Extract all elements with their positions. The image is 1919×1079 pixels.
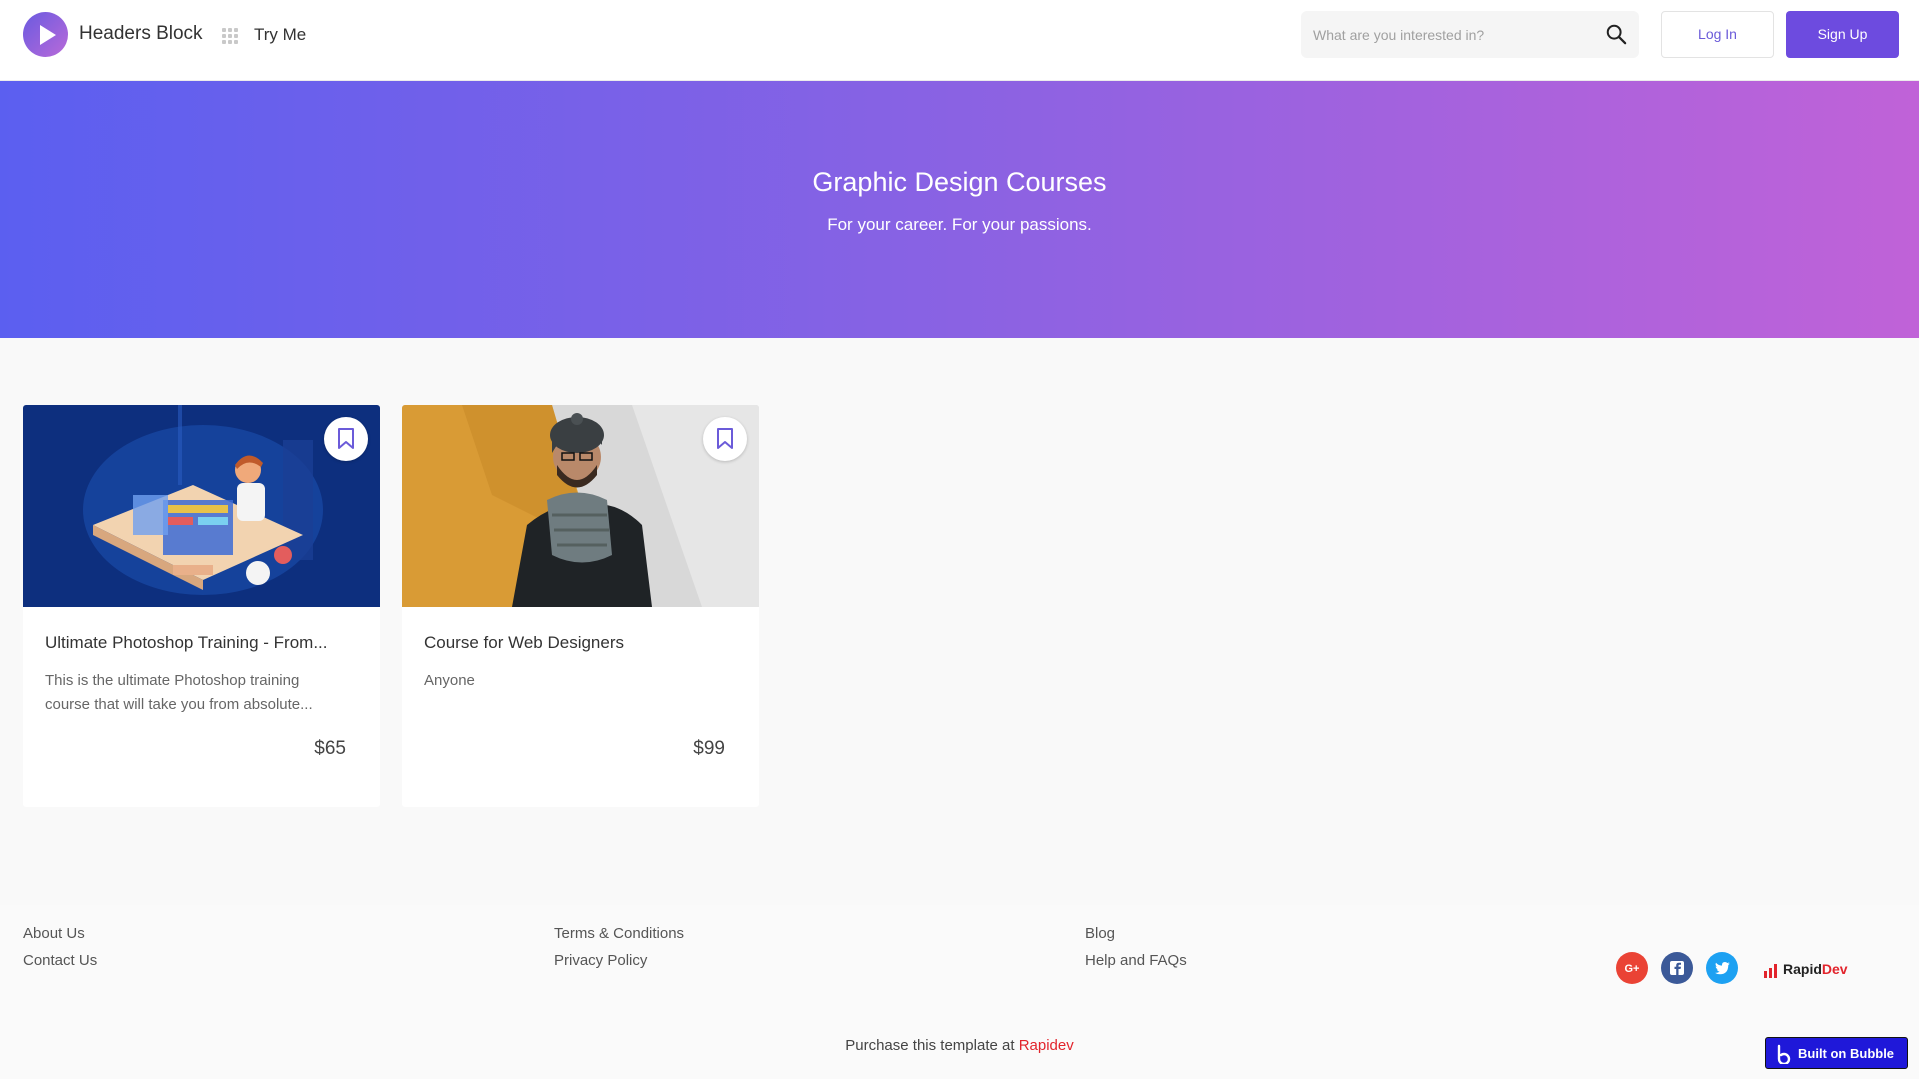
course-price: $65 (314, 738, 346, 759)
footer-link-blog[interactable]: Blog (1085, 925, 1115, 942)
bookmark-button[interactable] (703, 417, 747, 461)
course-price: $99 (693, 738, 725, 759)
rapiddev-wordmark-part2: Dev (1821, 961, 1848, 977)
search-icon[interactable] (1605, 23, 1627, 45)
rapiddev-logo[interactable]: RapidDev (1763, 960, 1853, 980)
purchase-link[interactable]: Rapidev (1019, 1037, 1074, 1054)
rapiddev-bars-icon (1764, 964, 1777, 978)
play-icon (40, 25, 56, 45)
facebook-icon[interactable] (1661, 952, 1693, 984)
search-box (1301, 11, 1639, 58)
top-header: Headers Block Try Me Log In Sign Up (0, 0, 1919, 81)
course-image-man-in-scarf[interactable] (402, 405, 759, 607)
login-button[interactable]: Log In (1661, 11, 1774, 58)
bubble-badge-label: Built on Bubble (1798, 1046, 1895, 1061)
footer-link-help[interactable]: Help and FAQs (1085, 952, 1187, 969)
course-card[interactable]: Ultimate Photoshop Training - From... Th… (23, 405, 380, 807)
bookmark-icon (717, 428, 733, 449)
course-description: This is the ultimate Photoshop training … (45, 672, 313, 713)
built-on-bubble-badge[interactable]: Built on Bubble (1765, 1037, 1908, 1069)
twitter-icon[interactable] (1706, 952, 1738, 984)
bubble-logo-icon (1777, 1044, 1791, 1064)
brand-logo[interactable] (23, 12, 68, 57)
footer-link-terms[interactable]: Terms & Conditions (554, 925, 684, 942)
rapiddev-wordmark: RapidDev (1783, 961, 1848, 977)
course-image-designer-illustration[interactable] (23, 405, 380, 607)
svg-text:G+: G+ (1625, 963, 1640, 975)
footer-link-privacy[interactable]: Privacy Policy (554, 952, 647, 969)
course-card[interactable]: Course for Web Designers Anyone $99 (402, 405, 759, 807)
search-input[interactable] (1313, 23, 1593, 47)
signup-button[interactable]: Sign Up (1786, 11, 1899, 58)
course-title[interactable]: Course for Web Designers (424, 633, 744, 653)
rapiddev-wordmark-part1: Rapid (1783, 961, 1822, 977)
hero-title: Graphic Design Courses (812, 167, 1107, 197)
footer-link-contact[interactable]: Contact Us (23, 952, 97, 969)
google-plus-icon[interactable]: G+ (1616, 952, 1648, 984)
course-description: Anyone (424, 672, 475, 689)
footer-link-about[interactable]: About Us (23, 925, 85, 942)
course-title[interactable]: Ultimate Photoshop Training - From... (45, 633, 365, 653)
try-me-link[interactable]: Try Me (254, 25, 306, 45)
apps-grid-icon[interactable] (222, 28, 238, 44)
brand-name[interactable]: Headers Block (79, 23, 203, 45)
bookmark-icon (338, 428, 354, 449)
hero-subtitle: For your career. For your passions. (827, 215, 1092, 234)
purchase-text: Purchase this template at (845, 1037, 1019, 1054)
hero-banner: Graphic Design Courses For your career. … (0, 81, 1919, 338)
bookmark-button[interactable] (324, 417, 368, 461)
purchase-note: Purchase this template at Rapidev (0, 1037, 1919, 1054)
